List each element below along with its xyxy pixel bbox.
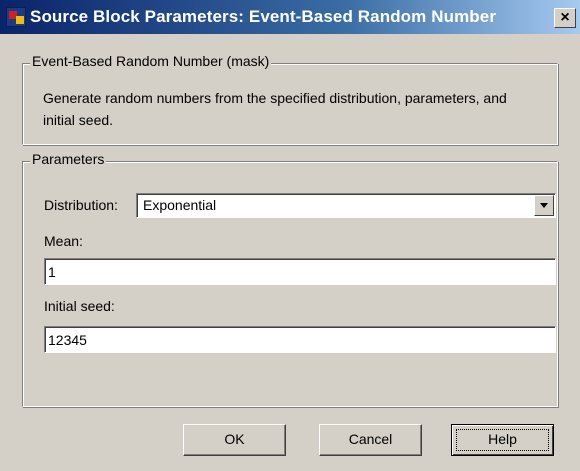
block-description: Generate random numbers from the specifi…: [43, 90, 507, 128]
parameters-groupbox-title: Parameters: [30, 151, 107, 167]
distribution-label: Distribution:: [44, 197, 118, 213]
description-groupbox-title: Event-Based Random Number (mask): [30, 53, 272, 69]
initial-seed-field[interactable]: [44, 326, 556, 353]
dialog-window: Source Block Parameters: Event-Based Ran…: [0, 0, 580, 471]
chevron-down-icon: [540, 203, 548, 208]
window-title: Source Block Parameters: Event-Based Ran…: [30, 7, 497, 26]
initial-seed-label: Initial seed:: [44, 298, 115, 314]
close-icon: ×: [560, 9, 570, 26]
help-button[interactable]: Help: [451, 424, 554, 456]
mean-label: Mean:: [44, 233, 83, 249]
help-button-label: Help: [488, 431, 517, 447]
ok-button[interactable]: OK: [183, 424, 286, 456]
distribution-dropdown-button[interactable]: [534, 195, 554, 216]
simulink-block-icon: [6, 7, 26, 27]
cancel-button[interactable]: Cancel: [319, 424, 422, 456]
title-bar[interactable]: Source Block Parameters: Event-Based Ran…: [0, 0, 580, 34]
distribution-select[interactable]: Exponential: [136, 193, 556, 218]
close-button[interactable]: ×: [554, 8, 576, 28]
distribution-selected-value: Exponential: [143, 197, 217, 213]
mean-field[interactable]: [44, 258, 556, 285]
